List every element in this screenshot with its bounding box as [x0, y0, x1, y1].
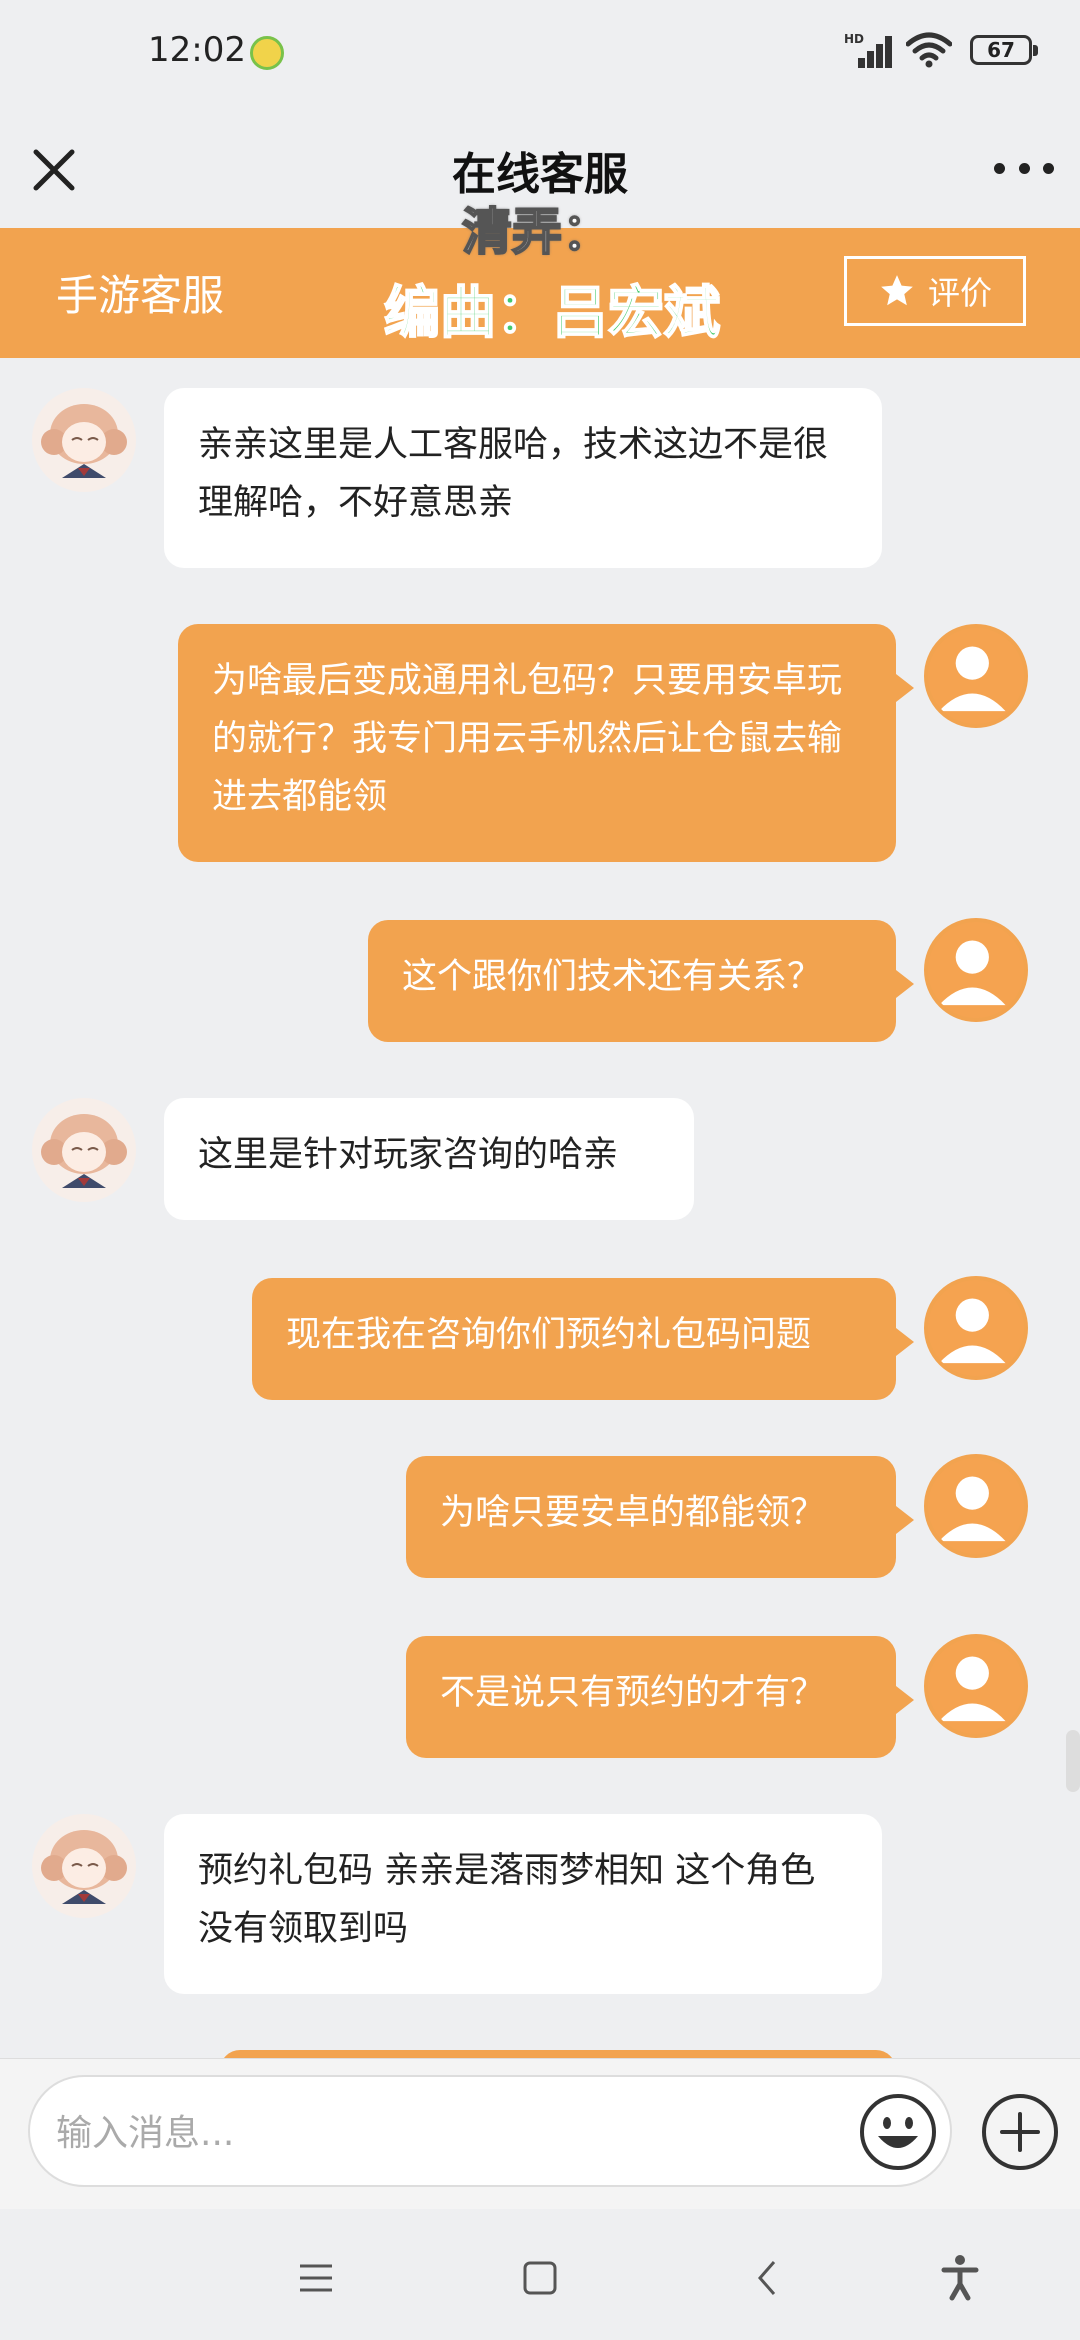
home-icon[interactable]: [510, 2248, 570, 2308]
message-text: 预约礼包码 亲亲是落雨梦相知 这个角色没有领取到吗: [198, 1851, 816, 1949]
user-avatar: [924, 1454, 1028, 1558]
user-avatar: [924, 918, 1028, 1022]
user-avatar: [924, 624, 1028, 728]
message-text: 不是说只有预约的才有？: [440, 1673, 826, 1713]
add-icon[interactable]: [980, 2092, 1060, 2172]
battery-icon: 67: [970, 35, 1038, 65]
system-nav-bar: [0, 2210, 1080, 2340]
message-text: 为啥最后变成通用礼包码？只要用安卓玩的就行？我专门用云手机然后让仓鼠去输进去都能…: [212, 661, 843, 817]
agent-avatar: [32, 388, 136, 492]
message-input[interactable]: [54, 2097, 858, 2169]
rate-button[interactable]: 评价: [844, 256, 1026, 326]
app-notification-icon: [250, 36, 284, 70]
wifi-icon: [906, 32, 952, 68]
user-avatar: [924, 1276, 1028, 1380]
signal-icon: HD: [844, 32, 892, 68]
agent-avatar: [32, 1098, 136, 1202]
rate-label: 评价: [927, 274, 992, 312]
message-bubble-user: 不是说只有预约的才有？: [406, 1636, 914, 1758]
message-text: 现在我在咨询你们预约礼包码问题: [286, 1315, 812, 1355]
message-bubble-user: 这个跟你们技术还有关系？: [368, 920, 914, 1042]
agent-avatar: [32, 1814, 136, 1918]
message-bubble-user: 为啥最后变成通用礼包码？只要用安卓玩的就行？我专门用云手机然后让仓鼠去输进去都能…: [178, 624, 914, 862]
message-bubble-user: 现在我在咨询你们预约礼包码问题: [252, 1278, 914, 1400]
message-bubble-agent: 预约礼包码 亲亲是落雨梦相知 这个角色没有领取到吗: [164, 1814, 882, 1994]
menu-icon[interactable]: [286, 2248, 346, 2308]
message-text: 为啥只要安卓的都能领？: [440, 1493, 826, 1533]
status-icons: HD 67: [844, 32, 1038, 68]
message-bubble-agent: 这里是针对玩家咨询的哈亲: [164, 1098, 694, 1220]
status-time: 12:02: [148, 30, 246, 70]
lyrics-overlay-line2: 编曲：吕宏斌: [383, 280, 721, 347]
chat-area: 亲亲这里是人工客服哈，技术这边不是很理解哈，不好意思亲 为啥最后变成通用礼包码？…: [0, 358, 1080, 2058]
emoji-icon[interactable]: [858, 2092, 938, 2172]
lyrics-overlay-line1: 清弄：: [461, 202, 613, 262]
user-avatar: [924, 1634, 1028, 1738]
message-text: 这个跟你们技术还有关系？: [402, 957, 823, 997]
message-bubble-agent: 亲亲这里是人工客服哈，技术这边不是很理解哈，不好意思亲: [164, 388, 882, 568]
back-icon[interactable]: [738, 2248, 798, 2308]
status-bar: 12:02 HD 67: [0, 0, 1080, 108]
more-icon[interactable]: [994, 156, 1054, 180]
message-input-wrapper: [28, 2075, 952, 2187]
message-bubble-user: 为啥只要安卓的都能领？: [406, 1456, 914, 1578]
scrollbar[interactable]: [1066, 1730, 1080, 1792]
accessibility-icon[interactable]: [930, 2248, 990, 2308]
message-text: 亲亲这里是人工客服哈，技术这边不是很理解哈，不好意思亲: [198, 425, 829, 523]
message-bubble-user-partial: [220, 2050, 896, 2058]
message-text: 这里是针对玩家咨询的哈亲: [198, 1135, 619, 1175]
star-icon: [881, 275, 913, 306]
service-name: 手游客服: [56, 271, 225, 320]
